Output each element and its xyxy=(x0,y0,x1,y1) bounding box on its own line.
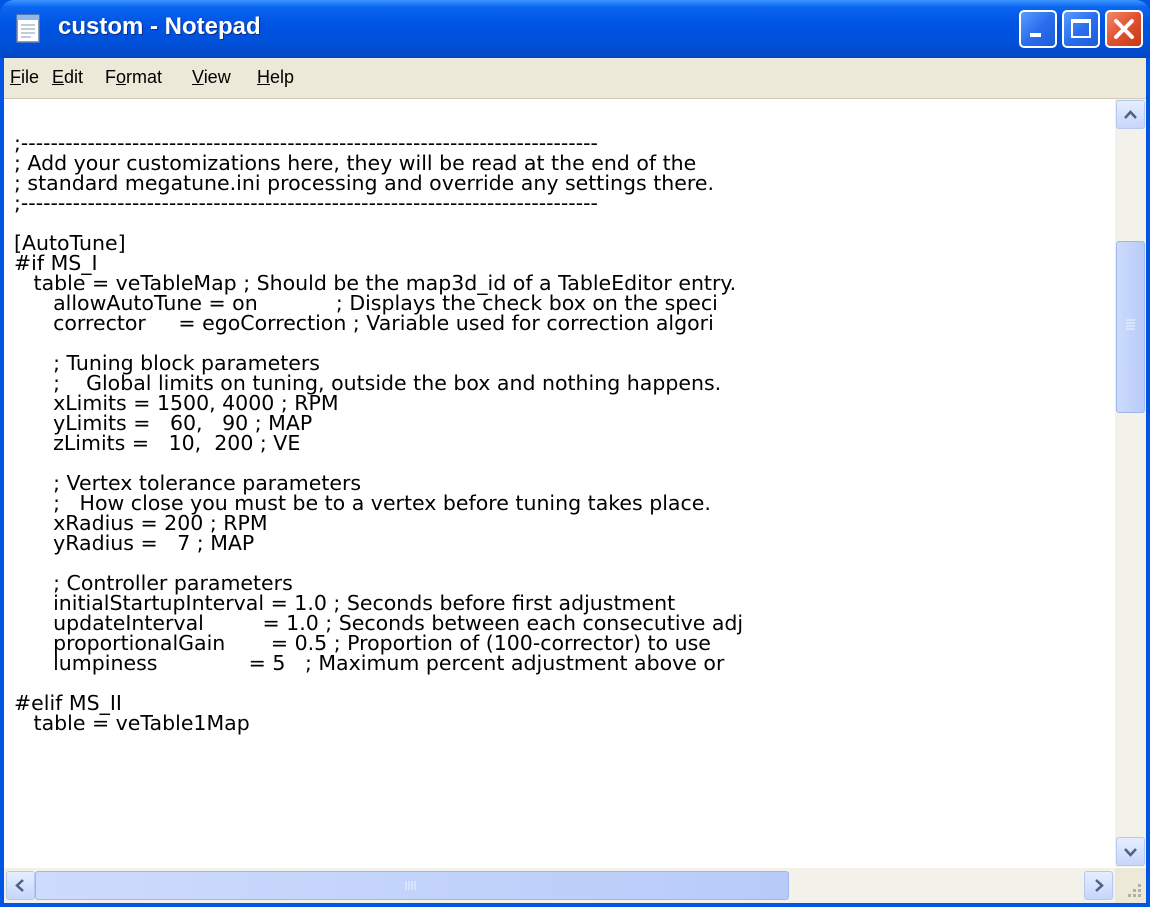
window-title: custom - Notepad xyxy=(58,13,261,40)
grip-icon xyxy=(1126,319,1135,330)
text-line: corrector = egoCorrection ; Variable use… xyxy=(14,311,714,335)
chevron-down-icon xyxy=(1124,848,1137,857)
horizontal-scroll-thumb[interactable] xyxy=(35,871,789,900)
menu-bar: File Edit Format View Help xyxy=(4,58,1146,99)
text-line: ;---------------------------------------… xyxy=(14,191,598,215)
scroll-right-button[interactable] xyxy=(1084,871,1113,900)
document-text: ;---------------------------------------… xyxy=(14,133,743,735)
size-grip[interactable] xyxy=(1115,868,1146,903)
resize-grip-icon xyxy=(1128,884,1141,897)
scroll-up-button[interactable] xyxy=(1116,100,1145,129)
menu-format[interactable]: Format xyxy=(105,67,162,88)
menu-file[interactable]: File xyxy=(10,67,39,88)
chevron-right-icon xyxy=(1095,879,1104,892)
close-icon xyxy=(1114,19,1134,39)
maximize-button[interactable] xyxy=(1062,10,1100,48)
text-line: zLimits = 10, 200 ; VE xyxy=(14,431,301,455)
notepad-window: custom - Notepad File Edit Format View H… xyxy=(0,0,1150,907)
chevron-left-icon xyxy=(15,879,24,892)
notepad-icon xyxy=(16,14,40,43)
maximize-icon xyxy=(1071,19,1091,38)
text-line: yRadius = 7 ; MAP xyxy=(14,531,255,555)
minimize-icon xyxy=(1030,33,1041,37)
menu-help[interactable]: Help xyxy=(257,67,294,88)
scroll-left-button[interactable] xyxy=(6,871,35,900)
close-button[interactable] xyxy=(1105,10,1143,48)
text-area[interactable]: ;---------------------------------------… xyxy=(4,99,1114,867)
vertical-scroll-thumb[interactable] xyxy=(1116,241,1145,413)
vertical-scrollbar[interactable] xyxy=(1115,99,1146,867)
text-line: table = veTable1Map xyxy=(14,711,250,735)
title-bar[interactable]: custom - Notepad xyxy=(0,0,1150,58)
horizontal-scrollbar[interactable] xyxy=(4,868,1115,903)
menu-view[interactable]: View xyxy=(192,67,231,88)
editor: ;---------------------------------------… xyxy=(4,99,1146,903)
text-line: lumpiness = 5 ; Maximum percent adjustme… xyxy=(14,651,725,675)
minimize-button[interactable] xyxy=(1019,10,1057,48)
grip-icon xyxy=(405,881,416,890)
scroll-down-button[interactable] xyxy=(1116,837,1145,866)
chevron-up-icon xyxy=(1124,110,1137,119)
menu-edit[interactable]: Edit xyxy=(52,67,83,88)
